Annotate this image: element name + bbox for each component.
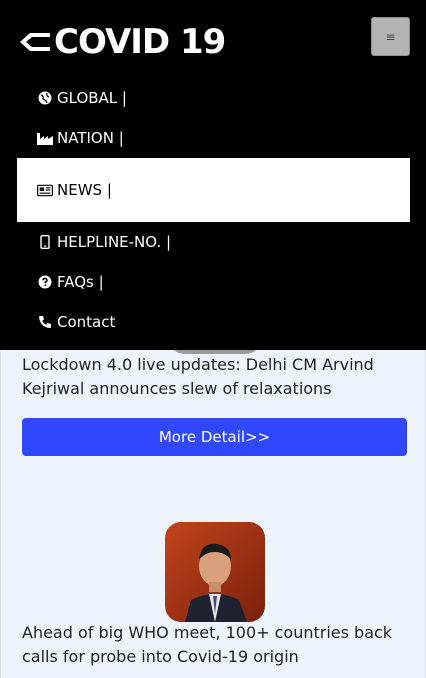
newspaper-icon [37, 183, 53, 197]
hamburger-icon: ≡ [385, 29, 396, 44]
nav-label: NATION | [57, 129, 124, 147]
more-detail-button[interactable]: More Detail>> [22, 418, 407, 456]
navbar: COVID 19 ≡ GLOBAL | NATION | NEWS | HELP… [0, 0, 426, 350]
news-headline: Lockdown 4.0 live updates: Delhi CM Arvi… [22, 355, 374, 398]
nav-item-faqs[interactable]: FAQs | [17, 262, 410, 302]
nav-label: NEWS | [57, 181, 112, 199]
nav-item-global[interactable]: GLOBAL | [17, 78, 410, 118]
brand-logo[interactable]: COVID 19 [18, 22, 226, 62]
globe-icon [37, 91, 53, 105]
brand-title: COVID 19 [54, 22, 226, 62]
menu-toggle-button[interactable]: ≡ [371, 17, 410, 56]
nav-item-nation[interactable]: NATION | [17, 118, 410, 158]
nav-item-helpline[interactable]: HELPLINE-NO. | [17, 222, 410, 262]
nav-label: GLOBAL | [57, 89, 127, 107]
industry-icon [37, 131, 53, 145]
news-image[interactable] [165, 522, 265, 622]
brand-diamond-icon [20, 33, 50, 51]
nav-item-contact[interactable]: Contact [17, 302, 410, 342]
phone-icon [37, 315, 53, 329]
nav-label: Contact [57, 313, 116, 331]
nav-label: FAQs | [57, 273, 104, 291]
question-circle-icon [37, 275, 53, 289]
nav-label: HELPLINE-NO. | [57, 233, 172, 251]
nav-item-news[interactable]: NEWS | [17, 158, 410, 222]
news-headline: Ahead of big WHO meet, 100+ countries ba… [22, 623, 393, 666]
mobile-icon [37, 235, 53, 249]
